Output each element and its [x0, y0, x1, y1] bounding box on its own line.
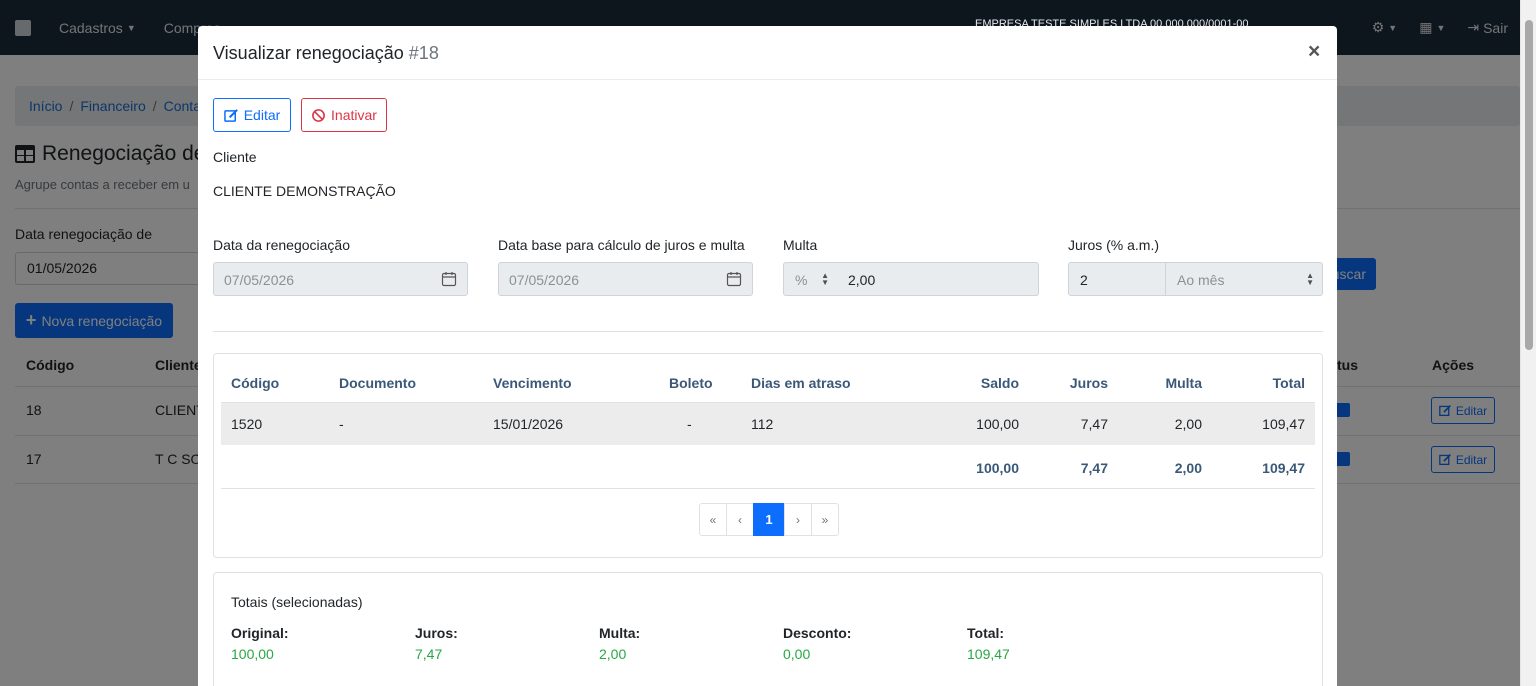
totals-multa-value: 2,00 — [599, 646, 627, 662]
fine-unit-select[interactable]: % ▲ ▼ — [783, 262, 838, 296]
cell-total: 109,47 — [1262, 416, 1305, 432]
totals-title: Totais (selecionadas) — [231, 594, 363, 610]
pagination-prev[interactable]: ‹ — [726, 503, 754, 536]
divider — [213, 331, 1323, 332]
cell-boleto: - — [687, 416, 692, 432]
cell-multa: 2,00 — [1174, 416, 1202, 432]
calendar-icon — [441, 272, 457, 287]
renegotiation-date-field[interactable]: 07/05/2026 — [213, 262, 468, 296]
column-header-codigo[interactable]: Código — [231, 375, 279, 391]
totals-original-label: Original: — [231, 625, 289, 641]
accounts-table-card: Código Documento Vencimento Boleto Dias … — [213, 353, 1323, 558]
client-value: CLIENTE DEMONSTRAÇÃO — [213, 183, 396, 199]
cell-vencimento: 15/01/2026 — [493, 416, 564, 432]
fine-label: Multa — [783, 237, 818, 253]
totals-multa-label: Multa: — [599, 625, 641, 641]
cell-juros: 7,47 — [1080, 416, 1108, 432]
pagination-last[interactable]: » — [811, 503, 839, 536]
column-header-vencimento[interactable]: Vencimento — [493, 375, 572, 391]
pagination: « ‹ 1 › » — [699, 503, 839, 536]
column-header-juros[interactable]: Juros — [1034, 375, 1108, 391]
scrollbar-thumb[interactable] — [1525, 20, 1533, 350]
calendar-icon — [726, 272, 742, 287]
totals-desconto-value: 0,00 — [783, 646, 811, 662]
totals-juros-label: Juros: — [415, 625, 458, 641]
column-header-boleto[interactable]: Boleto — [669, 375, 713, 391]
totals-original-value: 100,00 — [231, 646, 274, 662]
select-arrows-icon: ▲ ▼ — [1306, 271, 1314, 287]
footer-multa: 2,00 — [1174, 460, 1202, 476]
totals-juros-value: 7,47 — [415, 646, 443, 662]
column-header-multa[interactable]: Multa — [1124, 375, 1202, 391]
table-row[interactable]: 1520 - 15/01/2026 - 112 100,00 7,47 2,00… — [221, 402, 1315, 445]
close-icon[interactable]: × — [1308, 41, 1320, 62]
divider — [221, 488, 1315, 489]
modal-header: Visualizar renegociação #18 × — [198, 26, 1337, 80]
totals-desconto-label: Desconto: — [783, 625, 852, 641]
footer-total: 109,47 — [1262, 460, 1305, 476]
view-renegotiation-modal: Visualizar renegociação #18 × Editar Inat… — [198, 26, 1337, 686]
interest-value-field[interactable]: 2 — [1068, 262, 1166, 296]
deactivate-button[interactable]: Inativar — [301, 98, 387, 132]
cell-documento: - — [339, 416, 344, 432]
cell-codigo: 1520 — [231, 416, 263, 432]
modal-title: Visualizar renegociação #18 — [213, 43, 439, 63]
totals-total-value: 109,47 — [967, 646, 1010, 662]
edit-icon — [223, 108, 238, 122]
footer-saldo: 100,00 — [976, 460, 1019, 476]
column-header-total[interactable]: Total — [1224, 375, 1305, 391]
base-date-label: Data base para cálculo de juros e multa — [498, 237, 745, 253]
pagination-page-current[interactable]: 1 — [753, 503, 785, 536]
column-header-dias-atraso[interactable]: Dias em atraso — [751, 375, 851, 391]
cell-saldo: 100,00 — [976, 416, 1019, 432]
fine-value-field[interactable]: 2,00 — [837, 262, 1039, 296]
client-label: Cliente — [213, 149, 257, 165]
base-date-field[interactable]: 07/05/2026 — [498, 262, 753, 296]
select-arrows-icon: ▲ ▼ — [821, 271, 829, 287]
pagination-next[interactable]: › — [784, 503, 812, 536]
column-header-documento[interactable]: Documento — [339, 375, 416, 391]
ban-icon — [312, 108, 325, 122]
totals-card: Totais (selecionadas) Original: 100,00 J… — [213, 572, 1323, 686]
totals-total-label: Total: — [967, 625, 1005, 641]
cell-dias-atraso: 112 — [751, 416, 774, 432]
interest-label: Juros (% a.m.) — [1068, 237, 1160, 253]
column-header-saldo[interactable]: Saldo — [919, 375, 1019, 391]
renegotiation-id: #18 — [408, 43, 439, 63]
interest-period-select[interactable]: Ao mês ▲ ▼ — [1165, 262, 1323, 296]
page-scrollbar[interactable] — [1520, 0, 1536, 686]
pagination-first[interactable]: « — [699, 503, 727, 536]
renegotiation-date-label: Data da renegociação — [213, 237, 350, 253]
edit-button[interactable]: Editar — [213, 98, 291, 132]
footer-juros: 7,47 — [1080, 460, 1108, 476]
